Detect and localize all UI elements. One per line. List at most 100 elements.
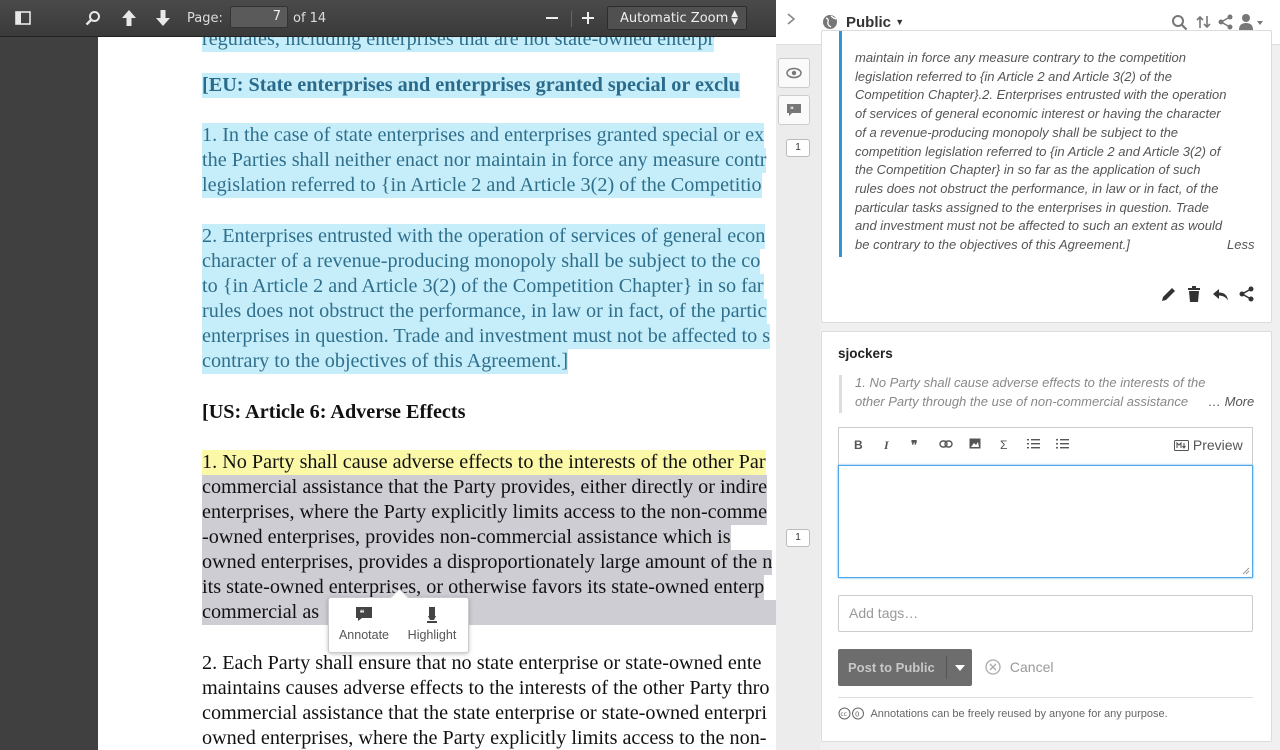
zoom-select-value: Automatic Zoom xyxy=(620,10,729,26)
share-annotation-button[interactable] xyxy=(1239,286,1255,307)
zoom-out-button[interactable] xyxy=(540,0,564,36)
minus-icon xyxy=(546,17,558,19)
text-line: regulates, including enterprises that ar… xyxy=(202,37,715,52)
user-icon xyxy=(1239,14,1263,30)
bold-button[interactable]: B xyxy=(854,438,863,452)
text-line: to {in Article 2 and Article 3(2) of the… xyxy=(202,274,764,299)
highlight-button[interactable]: Highlight xyxy=(399,606,465,642)
selected-text-line: commercial as xyxy=(202,600,790,625)
quote-line: and investment must not be affected to s… xyxy=(855,218,1223,234)
tags-input[interactable]: Add tags… xyxy=(838,595,1253,632)
quote-button[interactable]: ❞ xyxy=(911,438,917,452)
eu-heading: [EU: State enterprises and enterprises g… xyxy=(202,73,740,98)
post-button-label: Post to Public xyxy=(848,660,935,675)
text-line: 1. In the case of state enterprises and … xyxy=(202,123,765,148)
sort-icon xyxy=(1196,15,1211,29)
close-circle-icon xyxy=(985,659,1001,675)
link-button[interactable] xyxy=(939,438,953,452)
text-line: enterprises in question. Trade and inves… xyxy=(202,324,771,349)
annotation-username[interactable]: sjockers xyxy=(838,346,893,361)
group-name: Public xyxy=(846,14,892,31)
reply-icon xyxy=(1213,289,1228,301)
delete-button[interactable] xyxy=(1187,286,1201,308)
quote-line: of services of general economic interest… xyxy=(855,106,1221,122)
link-icon xyxy=(939,440,953,448)
collapse-sidebar-button[interactable] xyxy=(786,12,796,29)
text-line: owned enterprises, where the Party expli… xyxy=(202,727,767,749)
svg-text:0: 0 xyxy=(855,710,859,718)
less-link[interactable]: Less xyxy=(1227,236,1254,255)
bullet-list-icon xyxy=(1056,438,1069,449)
group-selector[interactable]: Public ▼ xyxy=(846,14,904,31)
svg-text:❝: ❝ xyxy=(790,106,794,114)
find-button[interactable] xyxy=(78,0,108,36)
zoom-select[interactable]: Automatic Zoom ▲ ▼ xyxy=(607,6,747,30)
quote-line: maintain in force any measure contrary t… xyxy=(855,50,1186,65)
quote-line: be contrary to the objectives of this Ag… xyxy=(855,237,1130,253)
svg-text:❝: ❝ xyxy=(360,609,365,619)
text-line: contrary to the objectives of this Agree… xyxy=(202,349,569,374)
select-arrows-icon: ▲ ▼ xyxy=(731,9,738,27)
quote-line: competition legislation referred to {in … xyxy=(855,143,1221,159)
toolbar-divider xyxy=(571,11,572,27)
new-page-note-button[interactable]: ❝ xyxy=(778,95,810,125)
zoom-in-button[interactable] xyxy=(576,0,600,36)
license-text: Annotations can be freely reused by anyo… xyxy=(870,708,1168,720)
resize-handle-icon[interactable] xyxy=(1242,567,1250,575)
arrow-up-icon xyxy=(122,10,136,26)
highlight-label: Highlight xyxy=(407,628,457,642)
quote-line: of a revenue-producing monopoly shall be… xyxy=(855,124,1179,140)
selected-text-line: -owned enterprises, provides non-commerc… xyxy=(202,525,731,550)
sidebar-toggle-icon xyxy=(15,11,31,25)
privacy-dropdown-button[interactable] xyxy=(948,649,972,686)
arrow-down-icon xyxy=(156,10,170,26)
creative-commons-icon: cc 0 xyxy=(838,707,864,720)
chevron-right-icon xyxy=(787,13,796,25)
quote-line: legislation referred to {in Article 2 an… xyxy=(855,68,1172,84)
page-number-input[interactable]: 7 xyxy=(230,6,288,28)
annotate-icon: ❝ xyxy=(331,606,397,628)
text-line: maintains causes adverse effects to the … xyxy=(202,677,770,699)
edit-button[interactable] xyxy=(1160,286,1177,308)
caret-down-icon xyxy=(955,664,965,671)
show-highlights-button[interactable] xyxy=(778,58,810,88)
image-icon xyxy=(969,438,981,449)
preview-button[interactable]: Preview xyxy=(1174,437,1243,453)
license-notice: cc 0 Annotations can be freely reused by … xyxy=(838,707,1168,720)
annotation-count-badge[interactable]: 1 xyxy=(786,139,810,157)
bullet-list-button[interactable] xyxy=(1056,438,1069,452)
math-button[interactable]: Σ xyxy=(1000,438,1007,452)
quote-bar xyxy=(839,31,842,257)
numbered-list-button[interactable] xyxy=(1027,438,1040,452)
next-page-button[interactable] xyxy=(148,0,178,36)
preview-label: Preview xyxy=(1192,437,1243,453)
annotate-button[interactable]: ❝ Annotate xyxy=(331,606,397,642)
quote-line: other Party through the use of non-comme… xyxy=(855,393,1189,409)
text-line: legislation referred to {in Article 2 an… xyxy=(202,173,762,198)
page-label: Page: xyxy=(187,10,223,26)
annotation-textarea[interactable] xyxy=(838,465,1253,578)
previous-page-button[interactable] xyxy=(114,0,144,36)
plus-icon xyxy=(582,12,594,24)
post-button[interactable]: Post to Public xyxy=(838,649,972,686)
image-button[interactable] xyxy=(969,438,981,452)
quote-line: Competition Chapter}.2. Enterprises entr… xyxy=(855,87,1227,103)
selected-text-line: owned enterprises, provides a disproport… xyxy=(202,550,773,575)
reply-button[interactable] xyxy=(1212,286,1229,308)
text-line: the Parties shall neither enact nor main… xyxy=(202,148,767,173)
trash-icon xyxy=(1188,286,1200,302)
annotation-quote: maintain in force any measure contrary t… xyxy=(855,49,1255,255)
more-link[interactable]: … More xyxy=(1208,393,1254,412)
annotation-count-badge[interactable]: 1 xyxy=(786,529,810,547)
sidebar-toggle-button[interactable] xyxy=(8,0,38,36)
us-heading: [US: Article 6: Adverse Effects xyxy=(202,401,466,423)
cancel-label: Cancel xyxy=(1009,659,1054,675)
cancel-button[interactable]: Cancel xyxy=(985,659,1053,675)
text-line: rules does not obstruct the performance,… xyxy=(202,299,767,324)
numbered-list-icon xyxy=(1027,439,1040,449)
divider xyxy=(838,697,1253,698)
annotate-label: Annotate xyxy=(338,628,390,642)
italic-button[interactable]: I xyxy=(884,438,889,453)
quote-line: the Competition Chapter} in so far as th… xyxy=(855,162,1201,178)
text-line: 2. Each Party shall ensure that no state… xyxy=(202,652,762,674)
